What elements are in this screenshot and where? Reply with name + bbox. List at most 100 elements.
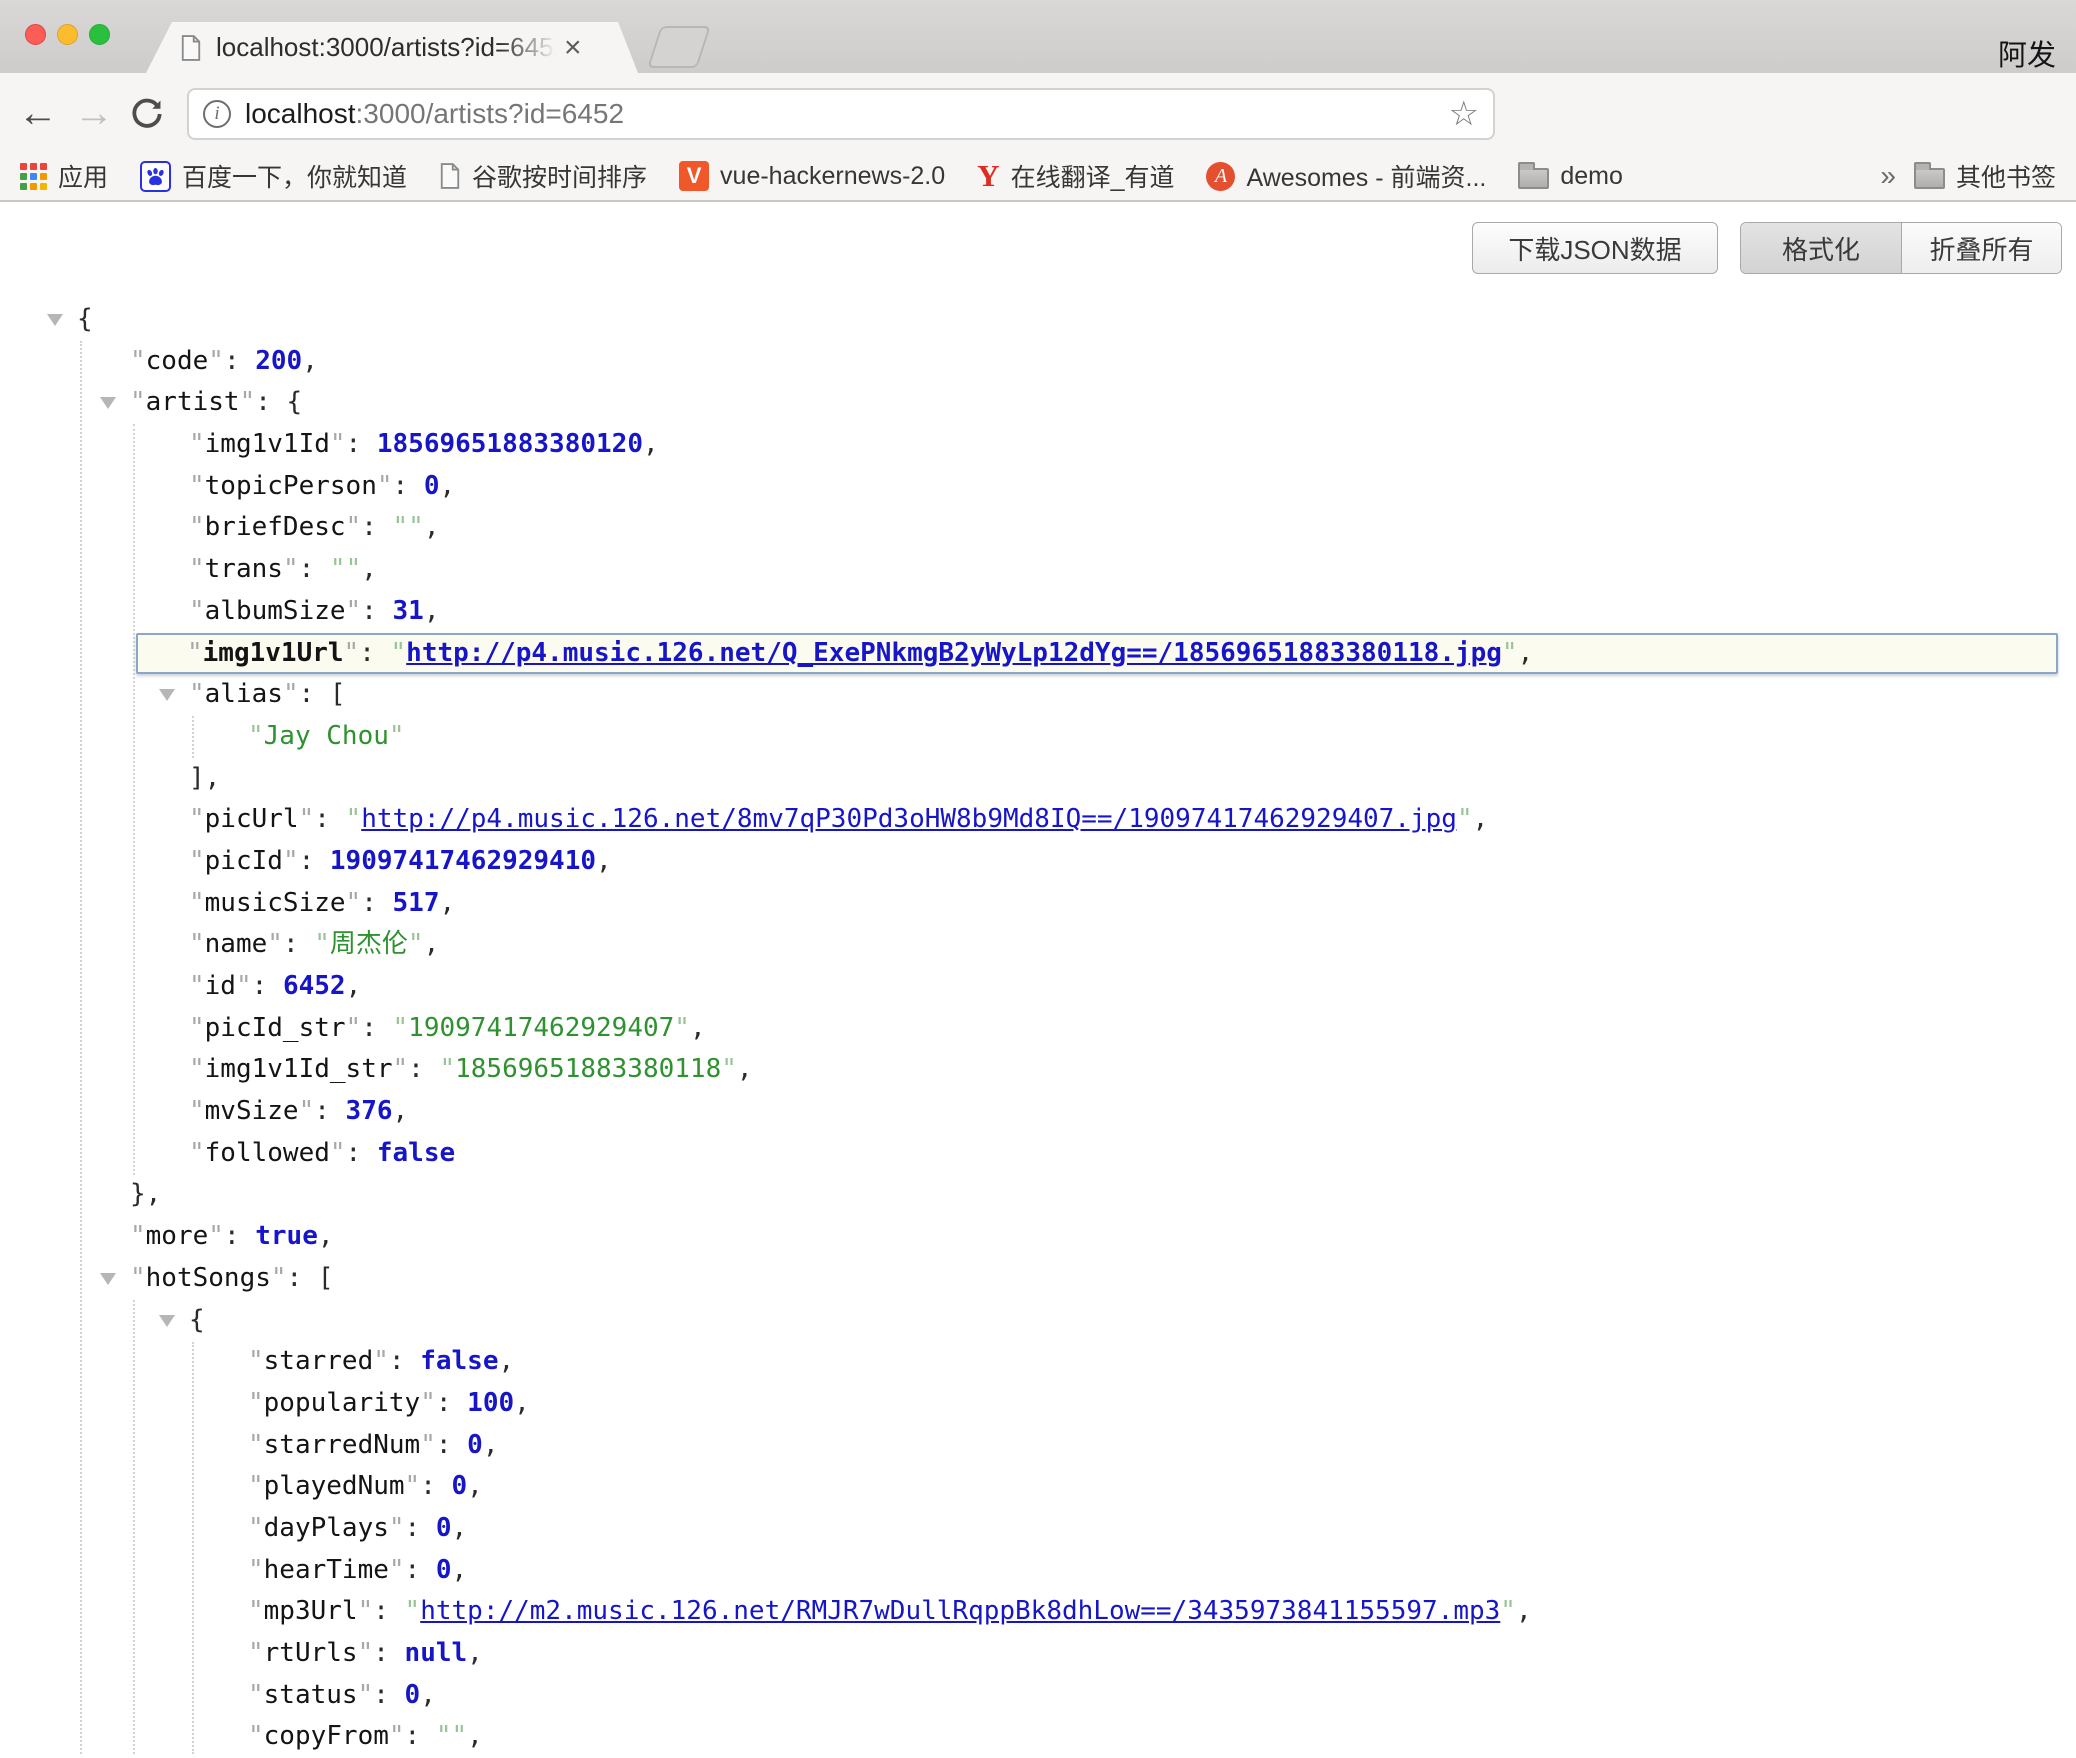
- json-key: playedNum: [264, 1471, 405, 1501]
- minimize-window-button[interactable]: [57, 24, 78, 45]
- back-button[interactable]: ←: [18, 91, 58, 135]
- json-punctuation: :: [405, 1721, 436, 1751]
- json-string: 18569651883380118: [455, 1054, 721, 1084]
- json-row: "followed": false: [0, 1133, 2076, 1175]
- json-punctuation: ,: [690, 1013, 706, 1043]
- json-key: mvSize: [205, 1096, 299, 1126]
- bookmark-baidu[interactable]: 百度一下，你就知道: [140, 158, 407, 194]
- download-json-button[interactable]: 下载JSON数据: [1472, 222, 1718, 274]
- json-link[interactable]: http://p4.music.126.net/Q_ExePNkmgB2yWyL…: [406, 638, 1502, 668]
- bookmark-label: 谷歌按时间排序: [472, 158, 647, 194]
- json-row: "img1v1Url": "http://p4.music.126.net/Q_…: [136, 633, 2058, 675]
- reload-button[interactable]: [128, 95, 166, 138]
- json-key: albumSize: [205, 596, 346, 626]
- json-key: dayPlays: [264, 1513, 389, 1543]
- json-key: img1v1Id_str: [205, 1054, 393, 1084]
- bookmark-apps[interactable]: 应用: [20, 158, 108, 194]
- json-key: img1v1Url: [203, 638, 344, 668]
- json-row: "mp3Url": "http://m2.music.126.net/RMJR7…: [0, 1591, 2076, 1633]
- json-punctuation: ,: [393, 1096, 409, 1126]
- fullscreen-window-button[interactable]: [89, 24, 110, 45]
- json-punctuation: ,: [514, 1388, 530, 1418]
- bookmarks-overflow-icon[interactable]: »: [1880, 160, 1896, 192]
- json-punctuation: :: [393, 471, 424, 501]
- json-punctuation: ,: [424, 596, 440, 626]
- bookmark-star-icon[interactable]: ☆: [1449, 94, 1479, 134]
- tab-title-wrap: localhost:3000/artists?id=6452: [216, 32, 556, 63]
- json-row: },: [0, 1174, 2076, 1216]
- json-value: 0: [452, 1471, 468, 1501]
- bookmark-label: vue-hackernews-2.0: [720, 162, 945, 191]
- json-value: true: [255, 1221, 318, 1251]
- json-row: "albumSize": 31,: [0, 591, 2076, 633]
- forward-button[interactable]: →: [74, 91, 114, 135]
- json-key: picUrl: [205, 804, 299, 834]
- json-key: alias: [205, 679, 283, 709]
- json-key: id: [205, 971, 236, 1001]
- json-punctuation: ,: [302, 346, 318, 376]
- json-punctuation: :: [373, 1596, 404, 1626]
- json-punctuation: :: [405, 1513, 436, 1543]
- json-row: "code": 200,: [0, 341, 2076, 383]
- json-row: "status": 0,: [0, 1675, 2076, 1717]
- url-text[interactable]: localhost:3000/artists?id=6452: [245, 98, 1439, 130]
- json-value: 6452: [283, 971, 346, 1001]
- collapse-toggle-icon[interactable]: [159, 1315, 175, 1327]
- v-icon: V: [679, 161, 709, 191]
- json-value: 100: [467, 1388, 514, 1418]
- json-value: 376: [346, 1096, 393, 1126]
- bookmark-folder-demo[interactable]: demo: [1518, 162, 1623, 191]
- bookmark-label: Awesomes - 前端资...: [1246, 158, 1486, 194]
- browser-tab[interactable]: localhost:3000/artists?id=6452 ×: [146, 22, 638, 73]
- bookmark-youdao[interactable]: Y 在线翻译_有道: [977, 158, 1174, 194]
- json-row: "playedNum": 0,: [0, 1466, 2076, 1508]
- collapse-toggle-icon[interactable]: [100, 1273, 116, 1285]
- bookmark-awesomes[interactable]: A Awesomes - 前端资...: [1206, 158, 1486, 194]
- json-value: false: [420, 1346, 498, 1376]
- json-link[interactable]: http://p4.music.126.net/8mv7qP30Pd3oHW8b…: [361, 804, 1457, 834]
- json-punctuation: ,: [643, 429, 659, 459]
- collapse-toggle-icon[interactable]: [47, 314, 63, 326]
- other-bookmarks[interactable]: 其他书签: [1914, 158, 2056, 194]
- new-tab-button[interactable]: [647, 26, 711, 68]
- json-row: {: [0, 1300, 2076, 1342]
- bookmark-vue-hackernews[interactable]: V vue-hackernews-2.0: [679, 161, 945, 191]
- json-key: hearTime: [264, 1555, 389, 1585]
- json-punctuation: {: [189, 1305, 205, 1335]
- json-row: "briefDesc": "",: [0, 507, 2076, 549]
- json-key: starred: [264, 1346, 374, 1376]
- json-punctuation: ,: [483, 1430, 499, 1460]
- bookmark-google-sort[interactable]: 谷歌按时间排序: [439, 158, 647, 194]
- url-bar[interactable]: i localhost:3000/artists?id=6452 ☆: [187, 88, 1495, 140]
- baidu-paw-icon: [140, 161, 171, 192]
- json-value: 0: [467, 1430, 483, 1460]
- bookmark-label: 应用: [58, 158, 108, 194]
- json-punctuation: {: [77, 304, 93, 334]
- json-punctuation: ,: [596, 846, 612, 876]
- json-key: picId: [205, 846, 283, 876]
- json-string: Jay Chou: [264, 721, 389, 751]
- collapse-all-button[interactable]: 折叠所有: [1901, 223, 2061, 273]
- json-key: rtUrls: [264, 1638, 358, 1668]
- page-icon: [180, 35, 202, 61]
- page-info-icon[interactable]: i: [203, 100, 231, 128]
- json-value: 31: [393, 596, 424, 626]
- collapse-toggle-icon[interactable]: [159, 689, 175, 701]
- json-key: mp3Url: [264, 1596, 358, 1626]
- json-row: "copyFrom": "",: [0, 1716, 2076, 1758]
- profile-name[interactable]: 阿发: [1998, 32, 2056, 74]
- close-window-button[interactable]: [25, 24, 46, 45]
- json-link[interactable]: http://m2.music.126.net/RMJR7wDullRqppBk…: [420, 1596, 1500, 1626]
- tab-close-icon[interactable]: ×: [564, 33, 582, 63]
- collapse-toggle-icon[interactable]: [100, 397, 116, 409]
- format-button[interactable]: 格式化: [1741, 223, 1901, 273]
- json-punctuation: :: [361, 1013, 392, 1043]
- json-punctuation: :: [436, 1430, 467, 1460]
- json-tree: {"code": 200,"artist": {"img1v1Id": 1856…: [0, 299, 2076, 1754]
- folder-icon: [1518, 168, 1549, 189]
- json-row: "trans": "",: [0, 549, 2076, 591]
- json-punctuation: :: [361, 596, 392, 626]
- json-value: false: [377, 1138, 455, 1168]
- json-punctuation: :: [299, 846, 330, 876]
- json-punctuation: ,: [467, 1638, 483, 1668]
